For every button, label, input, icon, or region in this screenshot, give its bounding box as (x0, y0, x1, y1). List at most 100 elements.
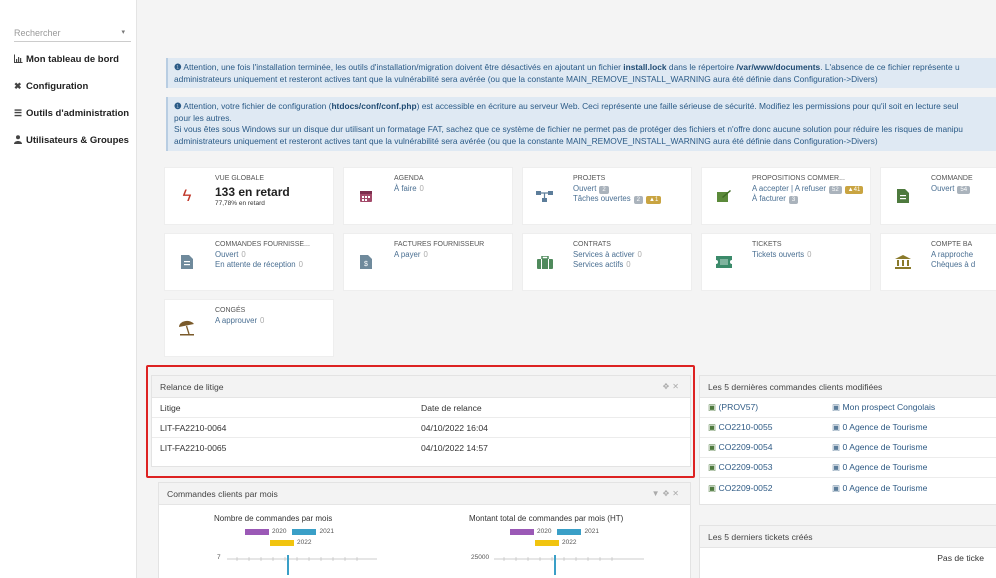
box-propositions[interactable]: PROPOSITIONS COMMER... A accepter | A re… (701, 167, 871, 225)
client-link[interactable]: ▣ 0 Agence de Tourisme (832, 422, 927, 433)
supplier-orders-open-link[interactable]: Ouvert (215, 250, 238, 259)
table-row: LIT-FA2210-0064 04/10/2022 16:04 (152, 418, 690, 438)
search-placeholder: Rechercher (14, 28, 61, 38)
tickets-open-link[interactable]: Tickets ouverts (752, 250, 804, 259)
sidebar-item-admin-tools[interactable]: ☰ Outils d'administration (14, 106, 129, 120)
order-link[interactable]: ▣ CO2209-0054 (700, 442, 832, 453)
info-icon: ❶ (174, 62, 182, 72)
axis-tick-left: 7 (217, 554, 221, 561)
table-row: ▣ (PROV57) ▣ Mon prospect Congolais (700, 398, 996, 418)
user-icon (14, 134, 26, 146)
info-icon: ❶ (174, 101, 182, 111)
supplier-order-icon (165, 234, 209, 290)
bank-reconcile-link[interactable]: A rapproche (931, 250, 973, 259)
box-contrats[interactable]: CONTRATS Services à activer 0 Services ac… (522, 233, 692, 291)
project-icon (523, 168, 567, 224)
config-warning: ❶ Attention, votre fichier de configurat… (166, 97, 996, 151)
projects-open-link[interactable]: Ouvert (573, 184, 596, 193)
order-link[interactable]: ▣ CO2210-0055 (700, 422, 832, 433)
agenda-todo-link[interactable]: À faire (394, 184, 417, 193)
order-link[interactable]: ▣ CO2209-0052 (700, 483, 832, 494)
box-bank[interactable]: COMPTE BA A rapproche Chèques à d (880, 233, 996, 291)
orders-open-link[interactable]: Ouvert (931, 184, 954, 193)
services-to-activate-link[interactable]: Services à activer (573, 250, 635, 259)
lightning-icon: ϟ (182, 186, 192, 205)
filter-icon[interactable]: ▼ (652, 489, 663, 498)
supplier-orders-awaiting-link[interactable]: En attente de réception (215, 260, 296, 269)
litige-link[interactable]: LIT-FA2210-0065 (152, 443, 421, 453)
tasks-open-link[interactable]: Tâches ouvertes (573, 194, 631, 203)
panel-last-tickets: Les 5 derniers tickets créés Pas de tick… (699, 525, 996, 578)
chart-axis-left (227, 555, 377, 575)
panel-header: Les 5 derniers tickets créés (700, 526, 996, 548)
axis-tick-right: 25000 (471, 554, 490, 561)
chart-title-right: Montant total de commandes par mois (HT) (469, 514, 624, 523)
chart-legend-left: 2020 2021 (239, 528, 334, 535)
cheques-link[interactable]: Chèques à d (931, 260, 975, 269)
client-link[interactable]: ▣ 0 Agence de Tourisme (832, 483, 927, 494)
calendar-icon (344, 168, 388, 224)
panel-orders-chart: Commandes clients par mois ▼✥✕ Nombre de… (158, 482, 691, 578)
proposals-accept-refuse-link[interactable]: A accepter | A refuser (752, 184, 826, 193)
table-row: ▣ CO2210-0055 ▣ 0 Agence de Tourisme (700, 418, 996, 438)
panel-header: Commandes clients par mois ▼✥✕ (159, 483, 690, 505)
invoices-to-pay-link[interactable]: A payer (394, 250, 420, 259)
svg-text:$: $ (364, 261, 368, 268)
close-icon[interactable]: ✕ (672, 489, 682, 498)
chart-legend-left-2: 2022 (264, 539, 311, 546)
tools-icon: ✖ (14, 80, 22, 91)
table-row: ▣ CO2209-0054 ▣ 0 Agence de Tourisme (700, 438, 996, 458)
table-row: ▣ CO2209-0052 ▣ 0 Agence de Tourisme (700, 478, 996, 498)
sidebar-item-users-groups[interactable]: Utilisateurs & Groupes (14, 133, 129, 147)
proposal-icon (702, 168, 746, 224)
chart-title-left: Nombre de commandes par mois (214, 514, 333, 523)
sidebar-item-label: Utilisateurs & Groupes (26, 134, 129, 146)
table-row: ▣ CO2209-0053 ▣ 0 Agence de Tourisme (700, 458, 996, 478)
services-active-link[interactable]: Services actifs (573, 260, 623, 269)
client-link[interactable]: ▣ 0 Agence de Tourisme (832, 442, 927, 453)
box-supplier-orders[interactable]: COMMANDES FOURNISSE... Ouvert 0 En attent… (164, 233, 334, 291)
chart-legend-right-2: 2022 (529, 539, 576, 546)
close-icon[interactable]: ✕ (672, 382, 682, 391)
leave-approve-link[interactable]: A approuver (215, 316, 257, 325)
ticket-icon (702, 234, 746, 290)
chart-icon (14, 54, 26, 65)
invoice-icon: $ (344, 234, 388, 290)
move-icon[interactable]: ✥ (663, 382, 673, 391)
order-icon (881, 168, 925, 224)
litige-link[interactable]: LIT-FA2210-0064 (152, 423, 421, 433)
box-agenda[interactable]: AGENDA À faire 0 (343, 167, 513, 225)
table-header: Litige Date de relance (152, 398, 690, 418)
chevron-down-icon: ▾ (121, 29, 125, 36)
sidebar-item-label: Outils d'administration (26, 107, 130, 119)
box-supplier-invoices[interactable]: $ FACTURES FOURNISSEUR A payer 0 (343, 233, 513, 291)
client-link[interactable]: ▣ 0 Agence de Tourisme (832, 462, 927, 473)
client-link[interactable]: ▣ Mon prospect Congolais (832, 402, 935, 413)
sidebar-item-label: Mon tableau de bord (26, 53, 119, 65)
sidebar-item-label: Configuration (26, 80, 89, 92)
panel-header: Relance de litige ✥✕ (152, 376, 690, 398)
search-select[interactable]: Rechercher ▾ (14, 24, 131, 42)
main-area: ❶ Attention, une fois l'installation ter… (148, 0, 996, 578)
table-row: LIT-FA2210-0065 04/10/2022 14:57 (152, 438, 690, 458)
sidebar-item-dashboard[interactable]: Mon tableau de bord (14, 52, 119, 66)
box-conges[interactable]: CONGÉS A approuver 0 (164, 299, 334, 357)
empty-message: Pas de ticke (937, 553, 984, 563)
sidebar-item-configuration[interactable]: ✖ Configuration (14, 79, 88, 93)
move-icon[interactable]: ✥ (663, 489, 673, 498)
box-projets[interactable]: PROJETS Ouvert 2 Tâches ouvertes 2 ▲1 (522, 167, 692, 225)
order-link[interactable]: ▣ CO2209-0053 (700, 462, 832, 473)
install-warning: ❶ Attention, une fois l'installation ter… (166, 58, 996, 88)
panel-header: Les 5 dernières commandes clients modifi… (700, 376, 996, 398)
box-commandes[interactable]: COMMANDE Ouvert 54 (880, 167, 996, 225)
box-tickets[interactable]: TICKETS Tickets ouverts 0 (701, 233, 871, 291)
list-icon: ☰ (14, 107, 23, 118)
bank-icon (881, 234, 925, 290)
order-link[interactable]: ▣ (PROV57) (700, 402, 832, 413)
chart-axis-right (494, 555, 644, 575)
panel-relance-litige: Relance de litige ✥✕ Litige Date de rela… (151, 375, 691, 467)
sidebar: Rechercher ▾ Mon tableau de bord ✖ Confi… (0, 0, 137, 578)
box-vue-globale[interactable]: ϟ VUE GLOBALE 133 en retard 77,78% en re… (164, 167, 334, 225)
proposals-to-bill-link[interactable]: À facturer (752, 194, 786, 203)
briefcase-icon (523, 234, 567, 290)
